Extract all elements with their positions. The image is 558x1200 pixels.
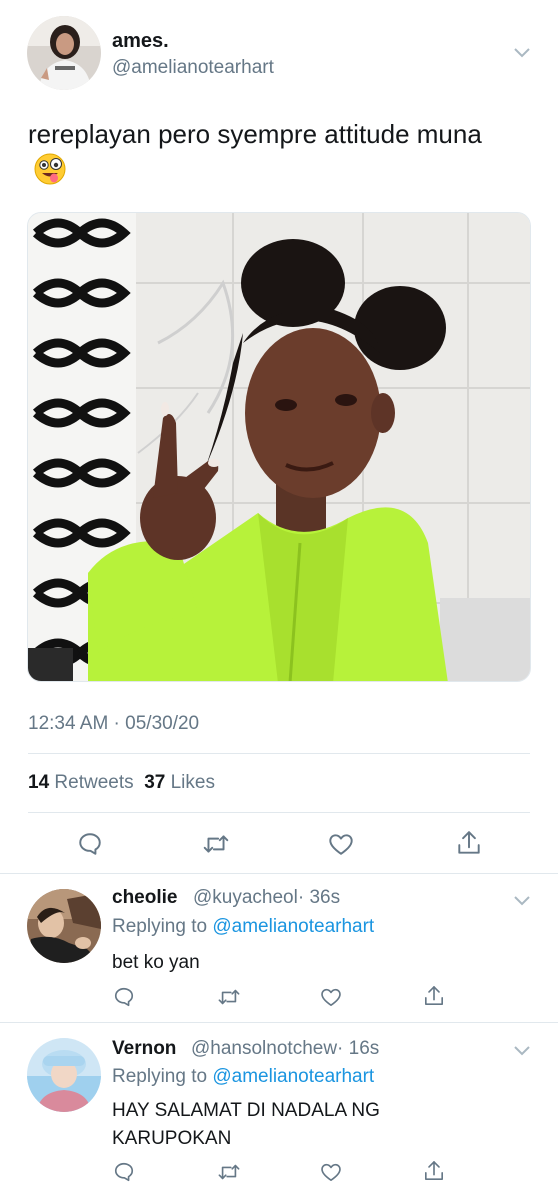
retweets-count: 14	[28, 772, 50, 793]
zany-face-emoji	[34, 153, 66, 197]
likes-label: Likes	[170, 772, 215, 793]
retweet-icon	[218, 989, 240, 1005]
share-button[interactable]	[422, 1158, 446, 1184]
main-avatar[interactable]	[27, 16, 101, 90]
divider	[28, 812, 530, 813]
tweet-stats: 14 Retweets 37 Likes	[28, 772, 215, 794]
like-icon	[329, 834, 353, 855]
reply-button[interactable]	[112, 985, 136, 1009]
share-icon	[458, 831, 480, 854]
reply-avatar[interactable]	[27, 889, 101, 963]
divider	[0, 873, 558, 874]
replying-to-link[interactable]: @amelianotearhart	[212, 916, 374, 937]
reply-display-name[interactable]: cheolie	[112, 887, 177, 909]
replying-to-link[interactable]: @amelianotearhart	[212, 1066, 374, 1087]
reply-text: HAY SALAMAT DI NADALA NG KARUPOKAN	[112, 1100, 380, 1149]
divider	[28, 753, 530, 754]
retweet-button[interactable]	[216, 985, 242, 1009]
chevron-down-icon[interactable]	[513, 1044, 531, 1062]
like-icon	[321, 1163, 341, 1181]
tweet-media-image[interactable]	[27, 212, 531, 682]
main-handle[interactable]: @amelianotearhart	[112, 57, 274, 79]
retweet-button[interactable]	[216, 1160, 242, 1184]
likes-count: 37	[144, 772, 166, 793]
reply-time[interactable]: · 36s	[298, 887, 340, 908]
likes-stat[interactable]: 37 Likes	[144, 772, 215, 793]
retweet-button[interactable]	[201, 830, 231, 858]
replying-to-prefix: Replying to	[112, 1066, 208, 1087]
share-button[interactable]	[455, 828, 483, 858]
like-icon	[321, 988, 341, 1006]
share-icon	[425, 986, 443, 1005]
reply-text: bet ko yan	[112, 952, 200, 973]
reply-handle: @hansolnotchew· 16s	[191, 1038, 379, 1060]
retweets-stat[interactable]: 14 Retweets	[28, 772, 134, 793]
replying-to-prefix: Replying to	[112, 916, 208, 937]
like-button[interactable]	[327, 830, 355, 858]
tweet-timestamp[interactable]: 12:34 AM · 05/30/20	[28, 713, 199, 735]
reply-display-name[interactable]: Vernon	[112, 1038, 176, 1060]
reply-handle-text[interactable]: @hansolnotchew	[191, 1038, 337, 1059]
share-button[interactable]	[422, 983, 446, 1009]
chevron-down-icon[interactable]	[513, 46, 531, 64]
chevron-down-icon[interactable]	[513, 894, 531, 912]
like-button[interactable]	[319, 985, 343, 1009]
reply-icon	[79, 833, 101, 855]
reply-handle-text[interactable]: @kuyacheol	[193, 887, 298, 908]
divider	[0, 1022, 558, 1023]
tweet-text-block: rereplayan pero syempre attitude muna	[28, 113, 498, 200]
retweet-icon	[203, 835, 229, 853]
reply-time[interactable]: · 16s	[337, 1038, 379, 1059]
reply-button[interactable]	[112, 1160, 136, 1184]
share-icon	[425, 1161, 443, 1180]
like-button[interactable]	[319, 1160, 343, 1184]
reply-avatar[interactable]	[27, 1038, 101, 1112]
retweet-icon	[218, 1164, 240, 1180]
replying-to-line: Replying to @amelianotearhart	[112, 916, 374, 938]
reply-handle: @kuyacheol· 36s	[193, 887, 340, 909]
retweets-label: Retweets	[54, 772, 134, 793]
main-display-name[interactable]: ames.	[112, 30, 169, 53]
reply-icon	[114, 1162, 134, 1182]
reply-button[interactable]	[76, 830, 104, 858]
tweet-text: rereplayan pero syempre attitude muna	[28, 119, 482, 149]
reply-icon	[114, 987, 134, 1007]
replying-to-line: Replying to @amelianotearhart	[112, 1066, 374, 1088]
